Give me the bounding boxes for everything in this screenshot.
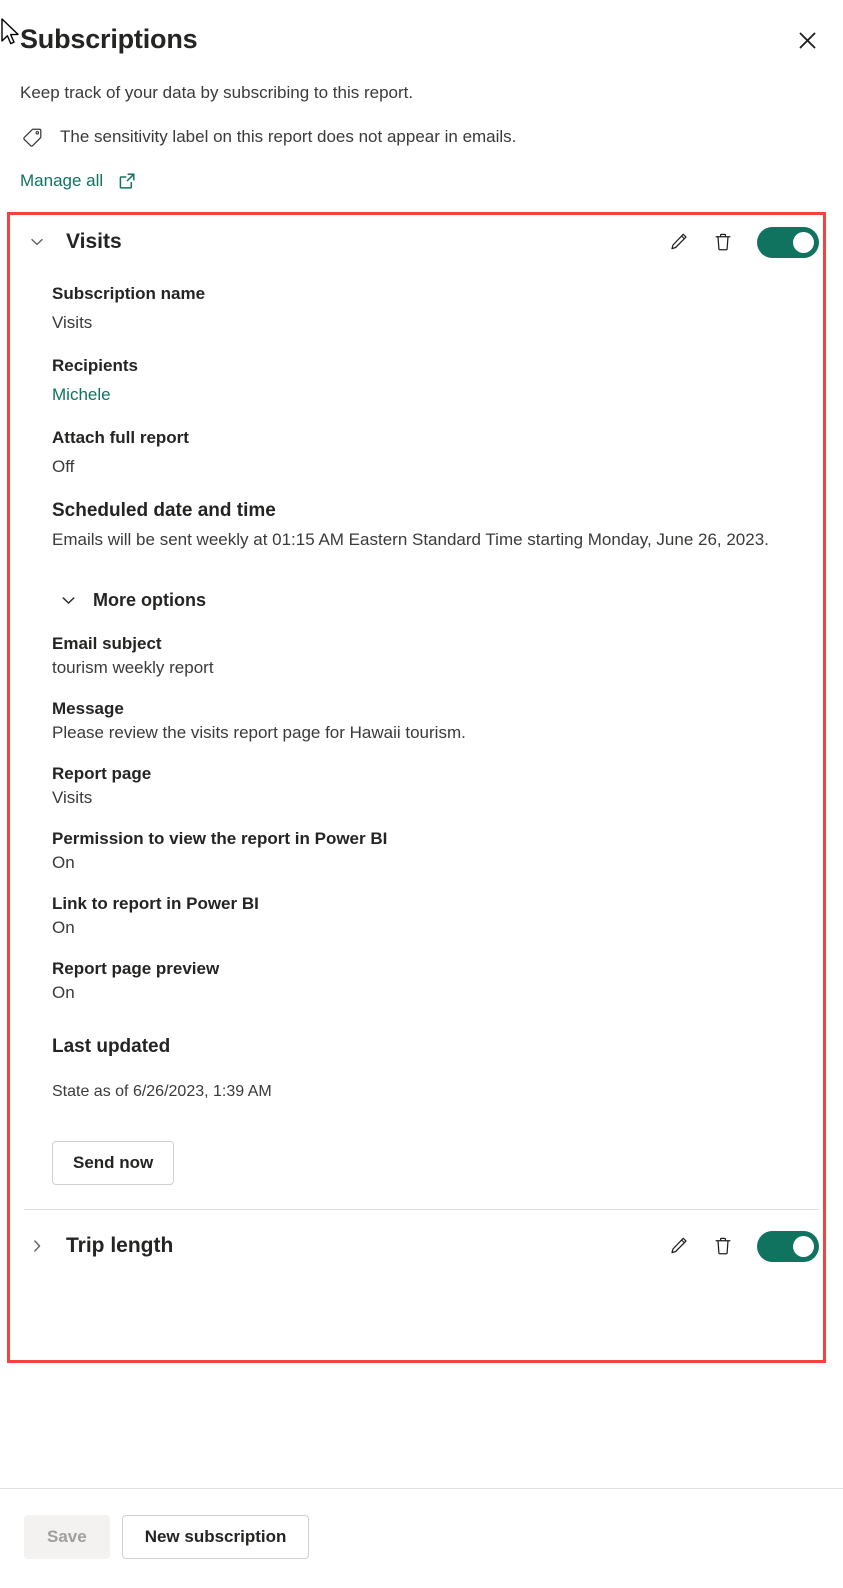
panel-footer: Save New subscription: [0, 1489, 843, 1585]
field-label: Attach full report: [52, 428, 189, 447]
subscription-card-trip-length: Trip length: [0, 1210, 843, 1282]
field-value: On: [52, 853, 75, 872]
field-last-updated: Last updated State as of 6/26/2023, 1:39…: [52, 1034, 821, 1103]
panel-header: Subscriptions Keep track of your data by…: [0, 0, 843, 192]
field-label: Scheduled date and time: [52, 500, 276, 521]
field-label: Last updated: [52, 1036, 171, 1057]
field-label: Permission to view the report in Power B…: [52, 829, 388, 848]
field-attach-full-report: Attach full report Off: [52, 426, 821, 478]
field-report-page-preview: Report page preview On: [52, 957, 821, 1004]
field-scheduled-date-and-time: Scheduled date and time Emails will be s…: [52, 498, 821, 554]
manage-all-link[interactable]: Manage all: [20, 170, 137, 192]
field-permission-to-view-report: Permission to view the report in Power B…: [52, 827, 821, 874]
field-message: Message Please review the visits report …: [52, 697, 821, 744]
field-subscription-name: Subscription name Visits: [52, 282, 821, 334]
page-title: Subscriptions: [20, 24, 198, 54]
subscription-actions: [665, 1230, 819, 1262]
field-label: Link to report in Power BI: [52, 894, 259, 913]
subscription-name: Visits: [66, 230, 122, 253]
subscription-card-visits: Visits Subscription name Visits Recipien…: [0, 214, 843, 1209]
subscription-actions: [665, 226, 819, 258]
more-options-label: More options: [93, 590, 206, 610]
subscription-list: Visits Subscription name Visits Recipien…: [0, 214, 843, 1282]
trash-icon[interactable]: [709, 1232, 737, 1260]
chevron-right-icon[interactable]: [24, 1233, 50, 1259]
field-value: tourism weekly report: [52, 658, 214, 677]
subscription-toggle[interactable]: [757, 226, 819, 258]
field-label: Report page: [52, 764, 152, 783]
field-value: Please review the visits report page for…: [52, 723, 466, 742]
field-email-subject: Email subject tourism weekly report: [52, 632, 821, 679]
chevron-down-icon[interactable]: [24, 229, 50, 255]
external-link-icon: [117, 171, 137, 191]
field-value: Visits: [52, 313, 93, 332]
field-report-page: Report page Visits: [52, 762, 821, 809]
trash-icon[interactable]: [709, 228, 737, 256]
sensitivity-notice: The sensitivity label on this report doe…: [20, 124, 819, 150]
field-label: Recipients: [52, 356, 138, 375]
field-value: On: [52, 983, 75, 1002]
subscriptions-panel: Subscriptions Keep track of your data by…: [0, 0, 843, 1588]
field-label: Message: [52, 699, 124, 718]
new-subscription-button[interactable]: New subscription: [121, 1515, 310, 1559]
manage-all-label: Manage all: [20, 171, 104, 190]
subscription-header[interactable]: Visits: [24, 214, 821, 270]
field-recipients: Recipients Michele: [52, 354, 821, 406]
save-button[interactable]: Save: [24, 1515, 110, 1559]
more-options-toggle[interactable]: More options: [60, 588, 206, 612]
subscription-name: Trip length: [66, 1234, 174, 1257]
close-icon[interactable]: [791, 24, 823, 56]
field-label: Report page preview: [52, 959, 220, 978]
subscription-header[interactable]: Trip length: [24, 1210, 821, 1282]
field-value: On: [52, 918, 75, 937]
field-value: Visits: [52, 788, 93, 807]
title-row: Subscriptions: [20, 22, 819, 56]
field-label: Email subject: [52, 634, 162, 653]
subscription-toggle[interactable]: [757, 1230, 819, 1262]
sensitivity-label-text: The sensitivity label on this report doe…: [60, 127, 517, 146]
tag-icon: [20, 124, 46, 150]
field-label: Subscription name: [52, 284, 206, 303]
pencil-icon[interactable]: [665, 228, 693, 256]
panel-subtitle: Keep track of your data by subscribing t…: [20, 83, 414, 102]
field-value: Off: [52, 457, 75, 476]
toggle-knob: [793, 1235, 814, 1257]
subscription-details: Subscription name Visits Recipients Mich…: [24, 270, 821, 1209]
pencil-icon[interactable]: [665, 1232, 693, 1260]
field-value: State as of 6/26/2023, 1:39 AM: [52, 1083, 272, 1100]
send-now-button[interactable]: Send now: [52, 1141, 175, 1185]
recipient-link[interactable]: Michele: [52, 383, 821, 406]
field-link-to-report: Link to report in Power BI On: [52, 892, 821, 939]
chevron-down-icon: [60, 592, 77, 609]
field-value: Emails will be sent weekly at 01:15 AM E…: [52, 530, 769, 549]
toggle-knob: [793, 231, 814, 253]
